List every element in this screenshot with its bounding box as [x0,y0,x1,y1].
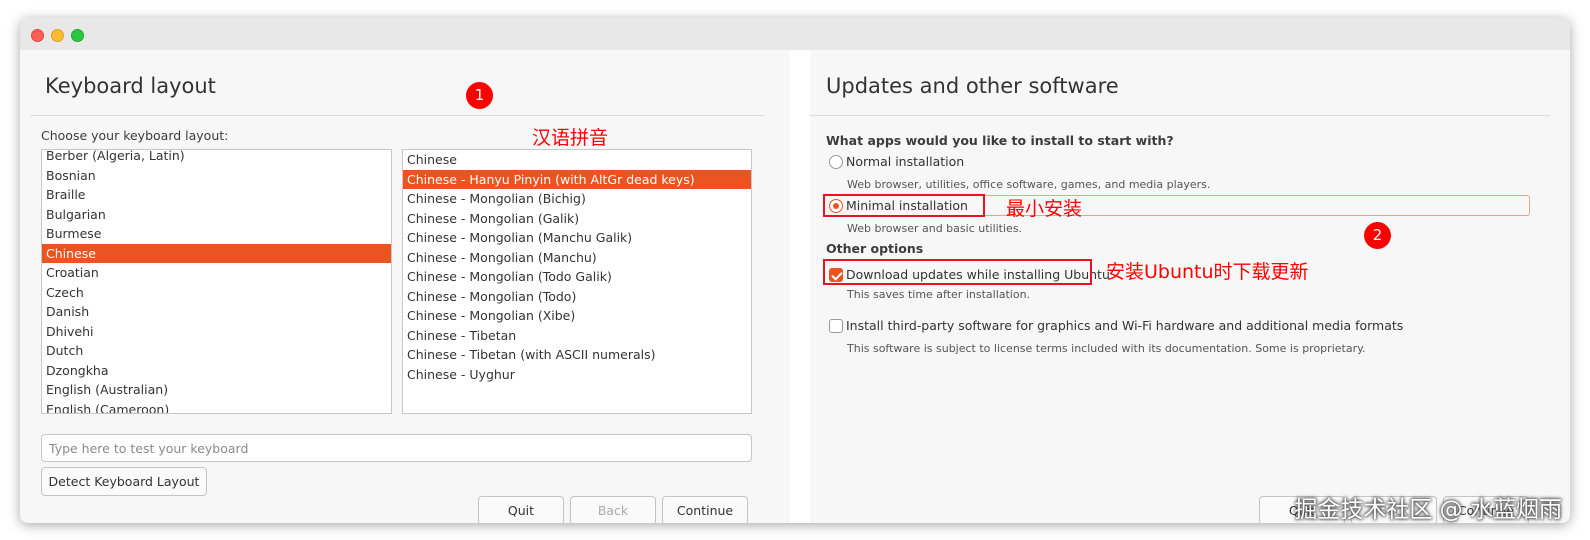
normal-installation-radio[interactable] [829,155,843,169]
maximize-window-button[interactable] [71,29,84,42]
keyboard-layout-pane: Keyboard layout Choose your keyboard lay… [20,50,790,523]
install-question: What apps would you like to install to s… [826,133,1174,148]
title-bar [20,18,1570,50]
page-title: Keyboard layout [45,74,216,98]
annotation-minimal-note: 最小安装 [1006,198,1083,220]
layout-list-item[interactable]: Braille [42,185,391,205]
back-button[interactable]: Back [570,496,656,523]
layout-list-item[interactable]: Croatian [42,263,391,283]
layout-list-item[interactable]: Dzongkha [42,361,391,381]
detect-keyboard-layout-button[interactable]: Detect Keyboard Layout [41,467,207,496]
variant-list-item[interactable]: Chinese - Mongolian (Manchu) [403,248,751,268]
layout-list-item[interactable]: English (Australian) [42,380,391,400]
variant-list-item[interactable]: Chinese - Mongolian (Bichig) [403,189,751,209]
download-updates-desc: This saves time after installation. [847,288,1031,301]
installer-window: Keyboard layout Choose your keyboard lay… [20,18,1570,523]
layout-list[interactable]: Berber (Algeria, Latin) Bosnian Braille Bul… [41,149,392,414]
variant-list-item[interactable]: Chinese - Mongolian (Xibe) [403,306,751,326]
layout-list-item[interactable]: Danish [42,302,391,322]
pane-gap [790,50,810,523]
variant-list-item[interactable]: Chinese - Mongolian (Todo) [403,287,751,307]
variant-list-item[interactable]: Chinese - Uyghur [403,365,751,385]
layout-list-item[interactable]: Czech [42,283,391,303]
variant-list-item[interactable]: Chinese - Mongolian (Todo Galik) [403,267,751,287]
layout-list-item[interactable]: Burmese [42,224,391,244]
divider [810,115,1550,116]
variant-list-item[interactable]: Chinese - Mongolian (Galik) [403,209,751,229]
layout-list-item[interactable]: English (Cameroon) [42,400,391,414]
layout-list-item[interactable]: Bosnian [42,166,391,186]
close-window-button[interactable] [31,29,44,42]
continue-button[interactable]: Continue [662,496,748,523]
third-party-desc: This software is subject to license term… [847,342,1366,355]
keyboard-test-input[interactable] [41,434,752,462]
annotation-marker-2: 2 [1364,222,1391,249]
normal-installation-desc: Web browser, utilities, office software,… [847,178,1211,191]
layout-list-item[interactable]: Dhivehi [42,322,391,342]
annotation-marker-1: 1 [466,82,493,109]
layout-list-item[interactable]: Bulgarian [42,205,391,225]
layout-list-item[interactable]: Dutch [42,341,391,361]
quit-button[interactable]: Quit [478,496,564,523]
annotation-highlight-download [823,259,1092,285]
divider [30,115,765,116]
page-title: Updates and other software [826,74,1119,98]
variant-list-item[interactable]: Chinese - Tibetan (with ASCII numerals) [403,345,751,365]
third-party-checkbox[interactable] [829,319,843,333]
variant-list-item[interactable]: Chinese - Mongolian (Manchu Galik) [403,228,751,248]
watermark: 掘金技术社区 @ 水蓝烟雨 [1294,497,1562,523]
layout-list-item[interactable]: Berber (Algeria, Latin) [42,150,391,166]
annotation-highlight-minimal [823,194,985,217]
other-options-heading: Other options [826,241,924,256]
variant-list[interactable]: Chinese Chinese - Hanyu Pinyin (with AltG… [402,149,752,414]
layout-list-item[interactable]: Chinese [42,243,391,263]
variant-list-item[interactable]: Chinese - Hanyu Pinyin (with AltGr dead … [403,169,751,189]
variant-list-item[interactable]: Chinese [403,150,751,170]
third-party-label[interactable]: Install third-party software for graphic… [846,318,1403,333]
choose-layout-label: Choose your keyboard layout: [41,128,229,143]
variant-list-item[interactable]: Chinese - Tibetan [403,326,751,346]
annotation-pinyin-note: 汉语拼音 [532,127,609,149]
annotation-download-note: 安装Ubuntu时下载更新 [1106,261,1309,283]
updates-pane: Updates and other software What apps wou… [810,50,1570,523]
minimal-installation-desc: Web browser and basic utilities. [847,222,1023,235]
normal-installation-label[interactable]: Normal installation [846,154,964,169]
minimize-window-button[interactable] [51,29,64,42]
